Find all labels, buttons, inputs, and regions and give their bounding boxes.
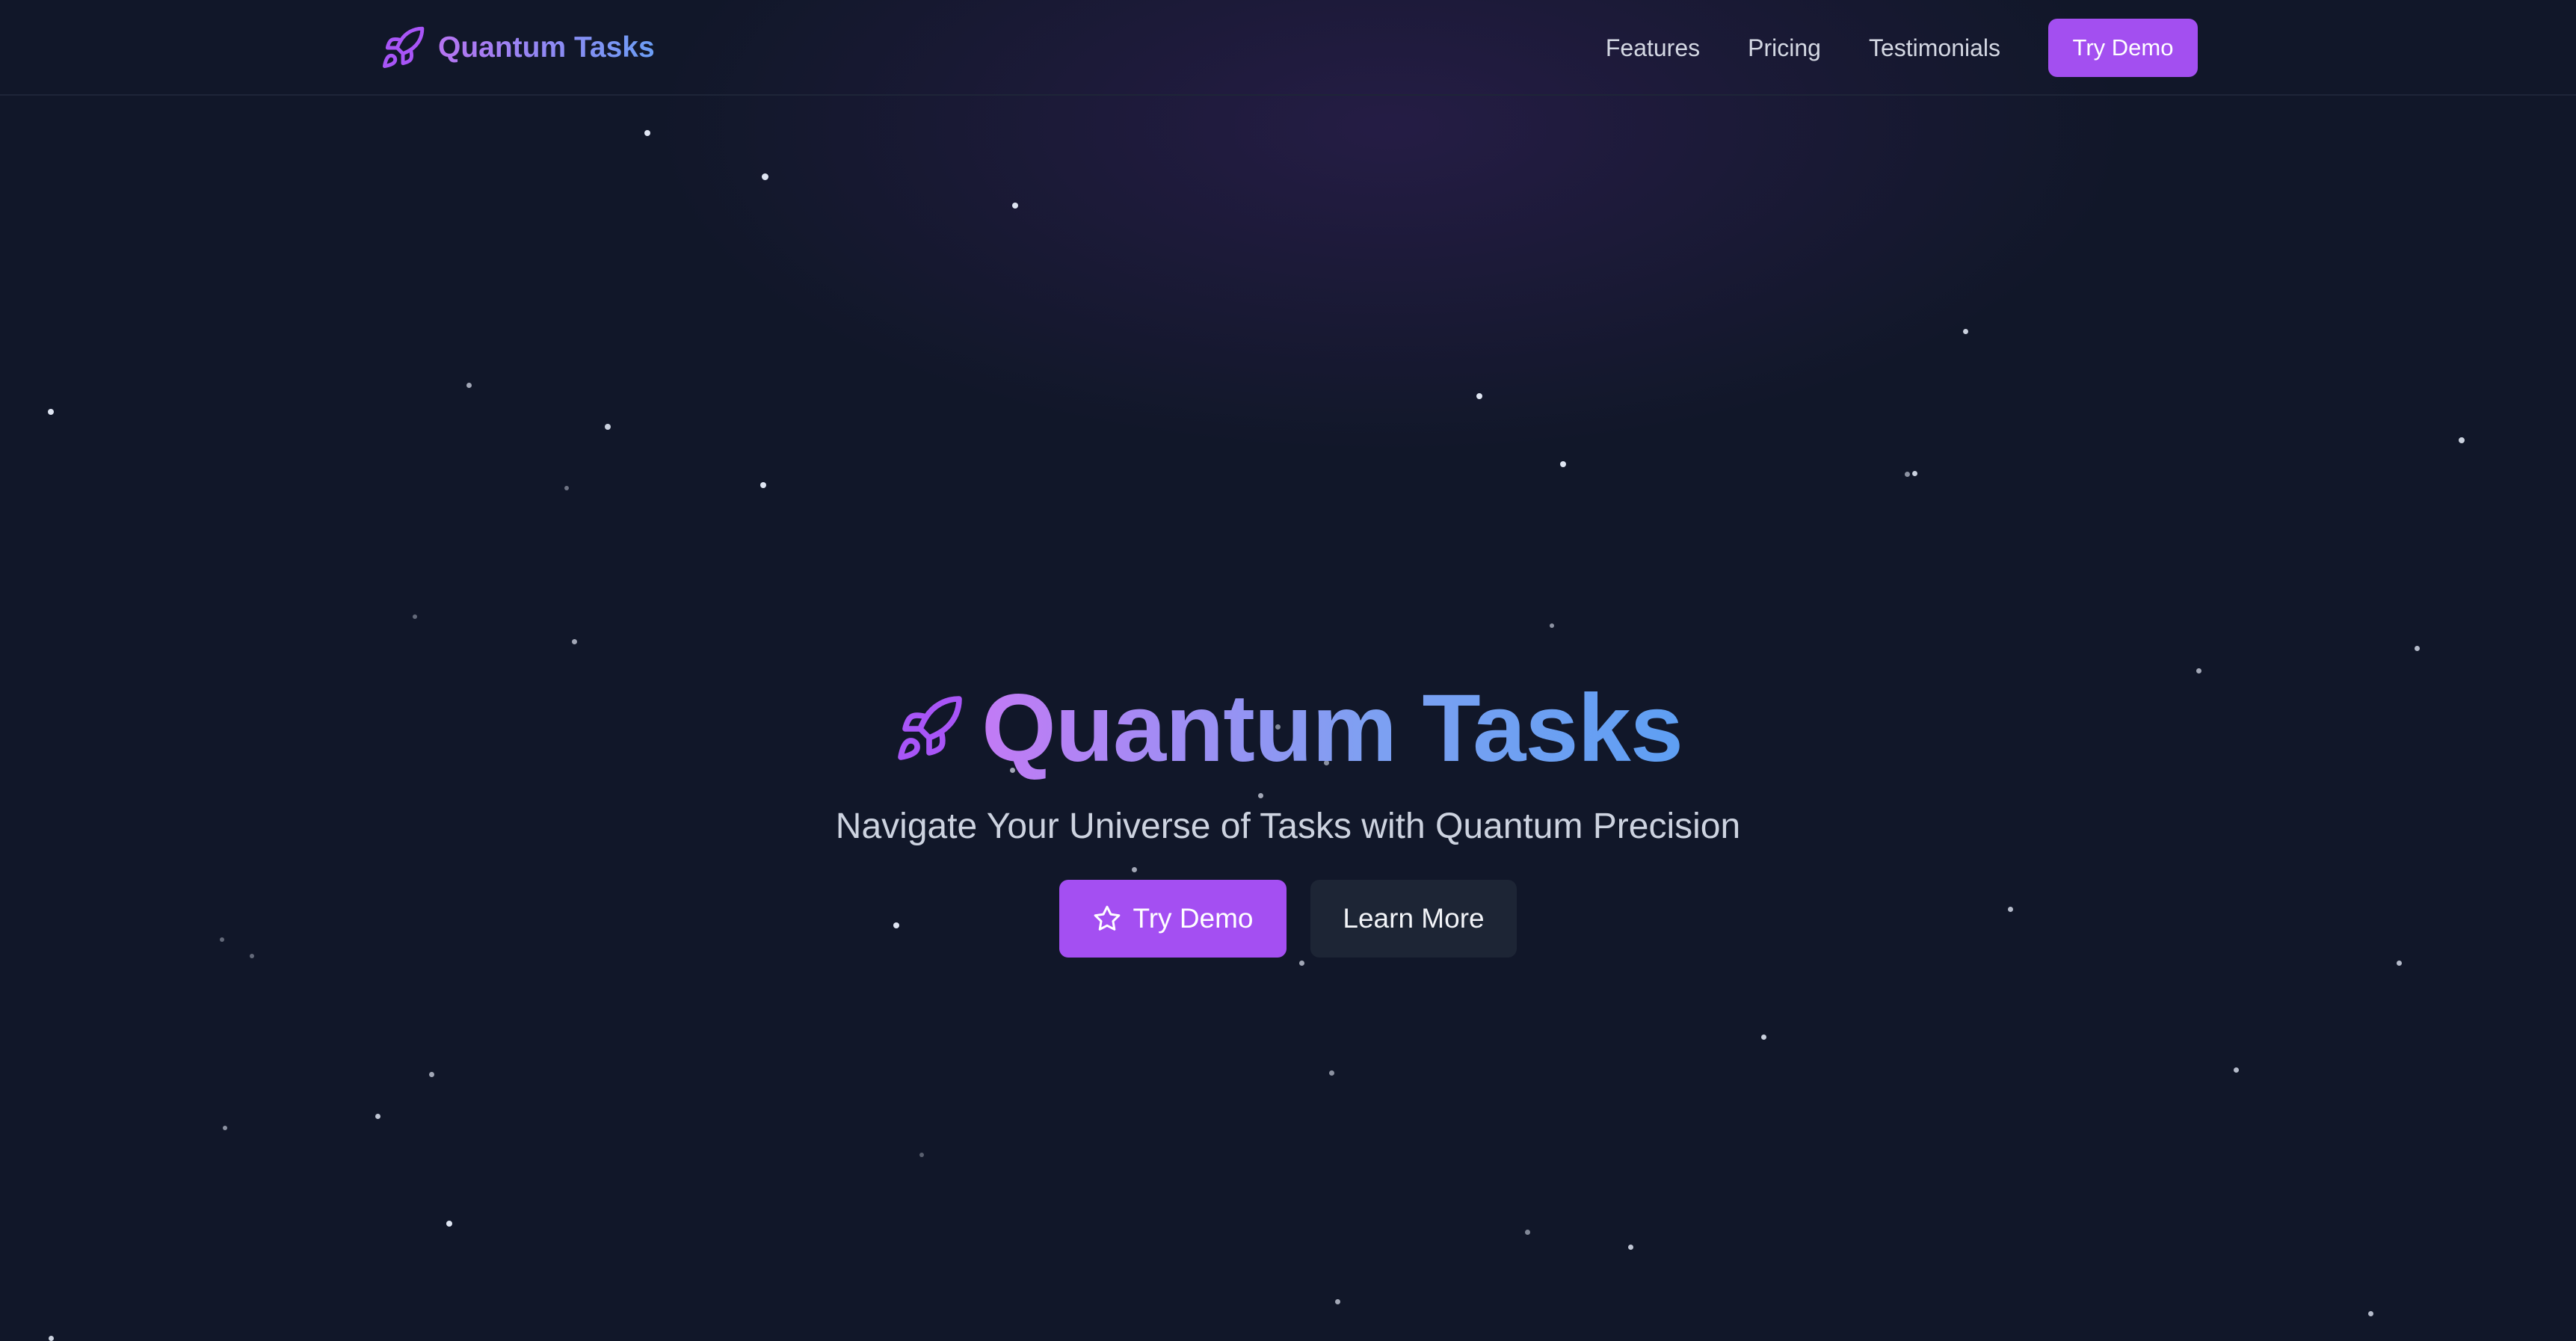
- star-dot: [1560, 461, 1566, 467]
- star-dot: [1328, 1070, 1334, 1076]
- nav-link-features[interactable]: Features: [1606, 34, 1700, 62]
- brand-logo[interactable]: Quantum Tasks: [380, 22, 655, 73]
- nav-link-testimonials[interactable]: Testimonials: [1869, 34, 2000, 62]
- starfield-background: [0, 0, 2576, 1341]
- star-dot: [644, 130, 650, 136]
- hero-subtitle: Navigate Your Universe of Tasks with Qua…: [835, 807, 1741, 846]
- try-demo-label: Try Demo: [1133, 903, 1254, 934]
- star-dot: [446, 1221, 452, 1227]
- nav-link-pricing[interactable]: Pricing: [1748, 34, 1821, 62]
- star-dot: [1334, 1298, 1340, 1304]
- star-dot: [1524, 1229, 1530, 1235]
- star-dot: [564, 486, 569, 490]
- try-demo-button[interactable]: Try Demo: [1059, 880, 1287, 958]
- hero-section: Quantum Tasks Navigate Your Universe of …: [0, 673, 2576, 958]
- star-dot: [428, 1071, 434, 1077]
- brand-name: Quantum Tasks: [438, 31, 655, 64]
- header-try-demo-button[interactable]: Try Demo: [2048, 19, 2198, 77]
- star-dot: [605, 424, 611, 430]
- star-dot: [2233, 1067, 2239, 1073]
- landing-page: Quantum Tasks Features Pricing Testimoni…: [0, 0, 2576, 1341]
- star-dot: [375, 1113, 380, 1119]
- star-dot: [1550, 623, 1554, 628]
- star-dot: [1904, 471, 1910, 477]
- rocket-icon: [383, 26, 425, 68]
- star-dot: [413, 614, 417, 619]
- learn-more-button[interactable]: Learn More: [1310, 880, 1517, 958]
- star-dot: [2367, 1310, 2373, 1316]
- star-dot: [48, 1335, 54, 1341]
- star-dot: [1962, 328, 1968, 334]
- star-dot: [1760, 1034, 1766, 1040]
- star-dot: [919, 1153, 924, 1157]
- star-dot: [571, 638, 577, 644]
- rocket-icon: [898, 696, 962, 760]
- star-dot: [1298, 960, 1304, 966]
- star-dot: [2414, 645, 2420, 651]
- star-dot: [2396, 960, 2402, 966]
- star-icon: [1094, 905, 1121, 931]
- star-dot: [761, 173, 768, 180]
- hero-actions: Try Demo Learn More: [1059, 880, 1517, 958]
- main-nav: Features Pricing Testimonials Try Demo: [1606, 18, 2198, 78]
- star-dot: [1476, 393, 1482, 399]
- hero-title-row: Quantum Tasks: [893, 673, 1683, 785]
- star-dot: [1627, 1244, 1633, 1250]
- star-dot: [2459, 437, 2465, 443]
- star-dot: [466, 382, 472, 388]
- top-navbar: Quantum Tasks Features Pricing Testimoni…: [0, 0, 2576, 96]
- hero-title: Quantum Tasks: [982, 673, 1683, 785]
- star-dot: [1012, 203, 1018, 209]
- star-dot: [48, 409, 54, 415]
- star-dot: [760, 482, 766, 488]
- star-dot: [1911, 470, 1917, 476]
- star-dot: [223, 1126, 227, 1130]
